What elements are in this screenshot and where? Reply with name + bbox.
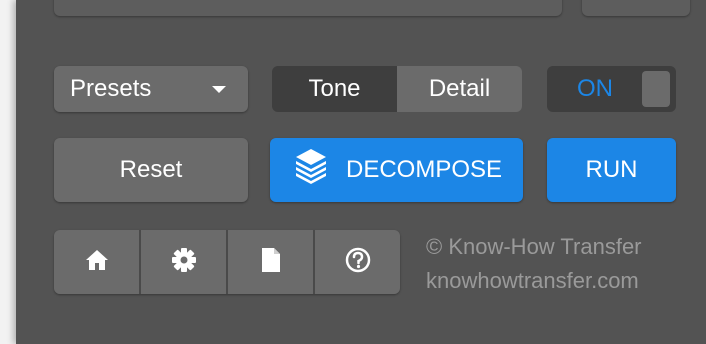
reset-button[interactable]: Reset — [54, 138, 248, 202]
home-button[interactable] — [54, 230, 141, 294]
tab-detail[interactable]: Detail — [397, 66, 522, 112]
layers-icon — [294, 147, 328, 194]
decompose-button[interactable]: DECOMPOSE — [270, 138, 523, 202]
presets-dropdown[interactable]: Presets — [54, 66, 248, 112]
icon-toolbar — [54, 230, 400, 294]
settings-button[interactable] — [141, 230, 228, 294]
tab-tone-label: Tone — [308, 75, 361, 102]
help-button[interactable] — [315, 230, 400, 294]
toggle-knob[interactable] — [642, 71, 670, 107]
decompose-label: DECOMPOSE — [346, 156, 503, 183]
document-button[interactable] — [228, 230, 315, 294]
presets-label: Presets — [70, 75, 152, 102]
gear-icon — [171, 247, 197, 278]
home-icon — [85, 248, 109, 277]
credit-copyright: © Know-How Transfer — [426, 234, 642, 259]
tab-detail-label: Detail — [428, 75, 491, 102]
run-label: RUN — [585, 156, 638, 183]
credit-website[interactable]: knowhowtransfer.com — [426, 268, 639, 294]
help-icon — [345, 247, 371, 278]
document-icon — [260, 247, 282, 278]
tone-detail-segment: Tone Detail — [272, 66, 522, 112]
chevron-down-icon — [212, 86, 226, 93]
toggle-label: ON — [577, 75, 613, 102]
top-field[interactable] — [54, 0, 562, 16]
top-button[interactable] — [582, 0, 690, 16]
tab-tone[interactable]: Tone — [272, 66, 397, 112]
control-panel: Presets Tone Detail ON Reset DECOMPOSE R… — [16, 0, 706, 344]
run-button[interactable]: RUN — [547, 138, 676, 202]
on-off-toggle[interactable]: ON — [547, 66, 676, 112]
reset-label: Reset — [119, 156, 183, 183]
